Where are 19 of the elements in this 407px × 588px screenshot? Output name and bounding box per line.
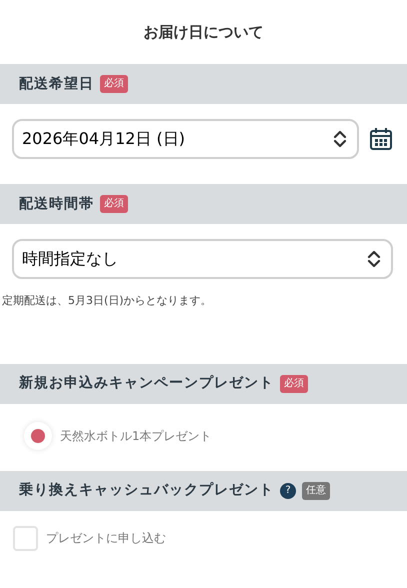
optional-badge: 任意 <box>302 482 330 500</box>
delivery-note: 定期配送は、5月3日(日)からとなります。 <box>2 293 213 309</box>
required-badge: 必須 <box>100 75 128 93</box>
chevron-icon <box>333 129 347 149</box>
section-header: 配送希望日 必須 <box>0 64 407 104</box>
required-badge: 必須 <box>100 195 128 213</box>
section-header: 配送時間帯 必須 <box>0 184 407 224</box>
help-icon[interactable]: ? <box>280 482 296 498</box>
checkbox[interactable] <box>13 526 38 550</box>
calendar-icon[interactable] <box>369 127 393 151</box>
page-title: お届け日について <box>144 22 264 43</box>
section-header: 新規お申込みキャンペーンプレゼント 必須 <box>0 364 407 404</box>
time-select[interactable]: 時間指定なし <box>12 239 393 279</box>
date-select[interactable]: 2026年04月12日 (日) <box>12 119 359 159</box>
checkbox-label[interactable]: プレゼントに申し込む <box>46 529 166 547</box>
section-header: 乗り換えキャッシュバックプレゼント ? 任意 <box>0 470 407 510</box>
chevron-icon <box>367 249 381 269</box>
required-badge: 必須 <box>280 374 308 392</box>
radio-label[interactable]: 天然水ボトル1本プレゼント <box>60 426 212 444</box>
